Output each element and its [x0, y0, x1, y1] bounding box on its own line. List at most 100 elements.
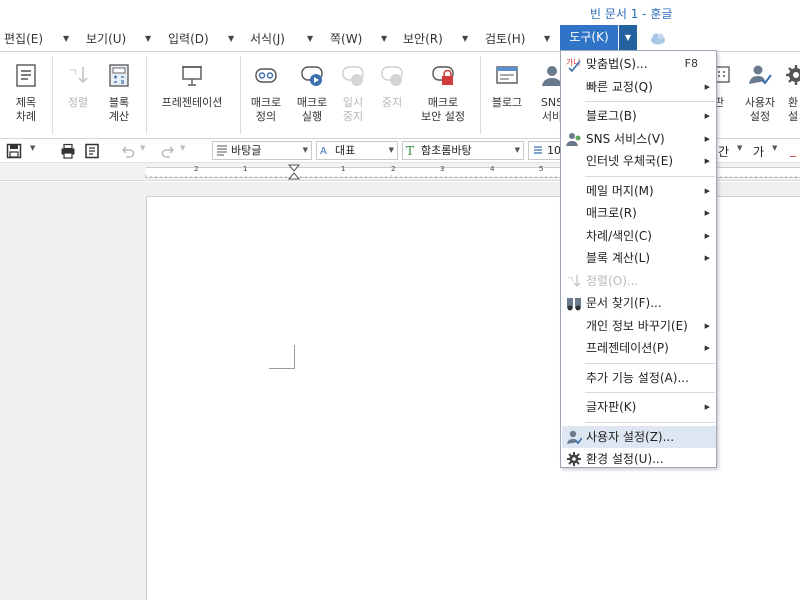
menu-item-label: 문서 찾기(F)... [586, 296, 662, 310]
menu-page-dropdown-icon[interactable]: ▼ [381, 30, 387, 48]
macro-security-button[interactable]: 매크로 보안 설정 [412, 52, 474, 138]
ruler-number: 1 [341, 165, 346, 173]
language-select[interactable]: A 대표 ▼ [316, 141, 398, 160]
menu-security-dropdown-icon[interactable]: ▼ [462, 30, 468, 48]
menu-tools-item-11[interactable]: 개인 정보 바꾸기(E) ▶ [562, 315, 716, 337]
menu-tools-item-16[interactable]: 환경 설정(U)... [562, 448, 716, 470]
menu-view-dropdown-icon[interactable]: ▼ [145, 30, 151, 48]
language-value: 대표 [335, 144, 356, 157]
menu-tools[interactable]: 도구(K) [560, 25, 618, 50]
menu-format[interactable]: 서식(J) [250, 30, 285, 48]
menu-tools-item-6[interactable]: 매크로(R) ▶ [562, 202, 716, 224]
macro-stop-button[interactable]: 중지 [374, 52, 410, 138]
macro-run-button[interactable]: 매크로 실행 [290, 52, 334, 138]
menu-page[interactable]: 쪽(W) [330, 30, 362, 48]
menu-security[interactable]: 보안(R) [403, 30, 443, 48]
submenu-arrow-icon: ▶ [704, 157, 710, 165]
environment-settings-button[interactable]: 환 설 [782, 52, 800, 138]
macro-security-label: 매크로 보안 설정 [421, 96, 465, 123]
print-icon[interactable] [60, 143, 76, 159]
font-select[interactable]: T 함초롬바탕 ▼ [402, 141, 524, 160]
submenu-arrow-icon: ▶ [704, 403, 710, 411]
style-icon [217, 145, 227, 156]
macro-define-label: 매크로 정의 [250, 96, 282, 123]
sort-icon: ㄱ [566, 274, 581, 287]
submenu-arrow-icon: ▶ [704, 209, 710, 217]
block-calc-button[interactable]: 블록 계산 [98, 52, 140, 138]
user-settings-button[interactable]: 사용자 설정 [738, 52, 782, 138]
menu-tools-item-14[interactable]: 글자판(K) ▶ [562, 396, 716, 418]
macro-define-button[interactable]: 매크로 정의 [244, 52, 288, 138]
menu-tools-item-8[interactable]: 블록 계산(L) ▶ [562, 247, 716, 269]
user-settings-icon [749, 65, 772, 85]
submenu-arrow-icon: ▶ [704, 321, 710, 330]
menu-bar: 편집(E) ▼ 보기(U) ▼ 입력(D) ▼ 서식(J) ▼ 쪽(W) ▼ 보… [0, 27, 800, 51]
menu-tools-item-15[interactable]: 사용자 설정(Z)... [562, 425, 716, 448]
preview-icon[interactable] [84, 143, 100, 159]
redo-dropdown-icon[interactable]: ▼ [180, 144, 185, 152]
menu-tools-item-0[interactable]: 가나 맞춤법(S)... F8 [562, 53, 716, 75]
char-spacing-dropdown-icon[interactable]: ▼ [737, 144, 742, 152]
language-dropdown-icon: ▼ [388, 146, 394, 154]
toc-button[interactable]: 제목 차례 [4, 52, 48, 138]
blog-button[interactable]: 블로그 [484, 52, 530, 138]
style-select[interactable]: 바탕글 ▼ [212, 141, 312, 160]
menu-tools-item-2[interactable]: 블로그(B) ▶ [562, 105, 716, 127]
block-calc-label: 블록 계산 [108, 96, 130, 123]
cloud-icon[interactable] [650, 31, 666, 45]
menu-tools-item-4[interactable]: 인터넷 우체국(E) ▶ [562, 150, 716, 172]
menu-item-label: 개인 정보 바꾸기(E) [586, 318, 688, 333]
presentation-button[interactable]: 프레젠테이션 [150, 52, 234, 138]
menu-insert[interactable]: 입력(D) [168, 30, 209, 48]
menu-tools-item-9[interactable]: ㄱ 정렬(O)... [562, 270, 716, 292]
macro-pause-button[interactable]: 일시 중지 [334, 52, 372, 138]
ruler-number: 2 [194, 165, 199, 173]
submenu-arrow-icon: ▶ [704, 254, 710, 262]
font-icon: T [406, 144, 414, 156]
style-value: 바탕글 [231, 144, 262, 157]
save-dropdown-icon[interactable]: ▼ [30, 144, 35, 152]
macro-pause-icon [342, 66, 364, 86]
menu-tools-item-10[interactable]: 문서 찾기(F)... [562, 292, 716, 314]
char-spacing-button[interactable]: 간 [718, 143, 729, 160]
undo-dropdown-icon[interactable]: ▼ [140, 144, 145, 152]
char-width-dropdown-icon[interactable]: ▼ [772, 144, 777, 152]
menu-tools-item-13[interactable]: 추가 기능 설정(A)... [562, 367, 716, 389]
menu-edit-dropdown-icon[interactable]: ▼ [63, 30, 69, 48]
menu-format-dropdown-icon[interactable]: ▼ [307, 30, 313, 48]
menu-edit[interactable]: 편집(E) [4, 30, 43, 48]
spellcheck-icon: 가나 [566, 58, 581, 72]
sort-label: 정렬 [67, 96, 89, 109]
menu-tools-item-7[interactable]: 차례/색인(C) ▶ [562, 225, 716, 247]
menu-separator [585, 392, 715, 393]
submenu-arrow-icon: ▶ [704, 344, 710, 352]
sort-button[interactable]: ㄱ 정렬 [56, 52, 100, 138]
menu-item-label: 프레젠테이션(P) [586, 341, 669, 355]
char-width-button[interactable]: 가 [753, 143, 764, 160]
undo-icon[interactable] [120, 143, 136, 159]
toc-icon [16, 64, 36, 87]
menu-review[interactable]: 검토(H) [485, 30, 525, 48]
menu-review-dropdown-icon[interactable]: ▼ [544, 30, 550, 48]
menu-item-label: 메일 머지(M) [586, 183, 654, 198]
menu-tools-item-3[interactable]: SNS 서비스(V) ▶ [562, 128, 716, 150]
indent-marker-icon[interactable] [288, 164, 300, 180]
redo-icon[interactable] [160, 143, 176, 159]
menu-tools-item-5[interactable]: 메일 머지(M) ▶ [562, 180, 716, 202]
style-dropdown-icon: ▼ [302, 146, 308, 154]
language-icon: A [320, 146, 327, 156]
user-settings-icon [567, 430, 582, 444]
menu-insert-dropdown-icon[interactable]: ▼ [228, 30, 234, 48]
menu-tools-dropdown-icon[interactable]: ▼ [619, 25, 637, 50]
menu-tools-item-1[interactable]: 빠른 교정(Q) ▶ [562, 76, 716, 98]
font-color-button[interactable]: _ [790, 143, 796, 157]
blog-label: 블로그 [491, 96, 523, 109]
menu-separator [585, 362, 715, 364]
menu-tools-item-12[interactable]: 프레젠테이션(P) ▶ [562, 337, 716, 359]
ruler-number: 5 [539, 165, 544, 173]
macro-security-icon [432, 66, 454, 85]
font-dropdown-icon: ▼ [514, 146, 520, 154]
menu-view[interactable]: 보기(U) [86, 30, 126, 48]
save-icon[interactable] [6, 143, 22, 159]
menu-item-label: 정렬(O)... [586, 273, 639, 288]
